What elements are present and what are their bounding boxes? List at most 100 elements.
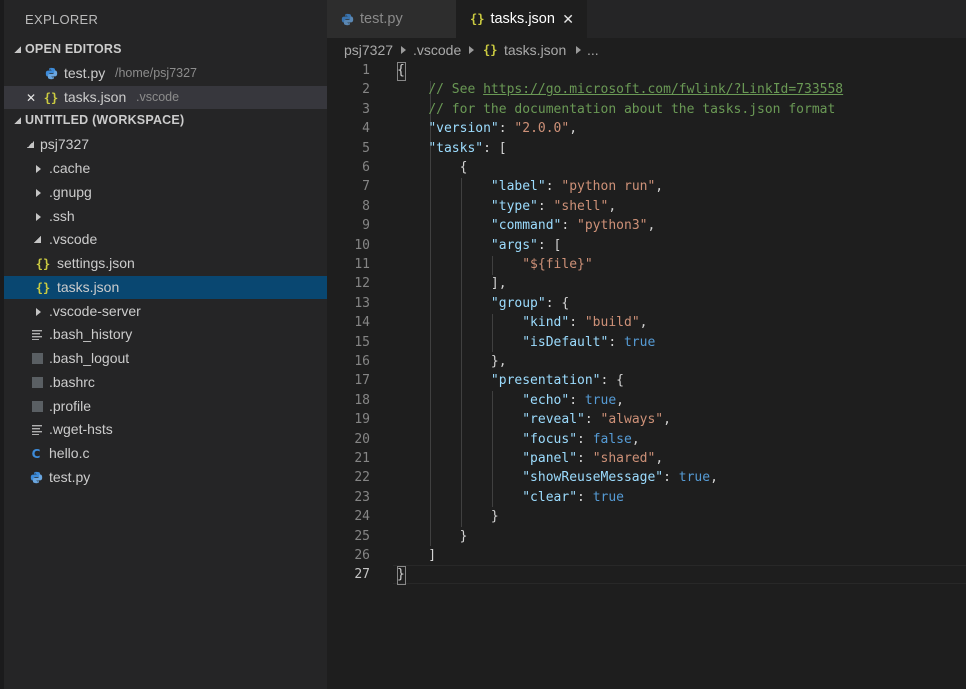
open-editor-name: tasks.json (64, 89, 127, 105)
code-line: } (397, 528, 468, 544)
line-number: 20 (354, 431, 370, 447)
tree-item-ssh[interactable]: .ssh (4, 205, 327, 228)
tree-item-label: tasks.json (57, 279, 120, 295)
line-number: 6 (362, 160, 370, 175)
code-line: // See https://go.microsoft.com/fwlink/?… (428, 82, 844, 98)
line-number: 4 (362, 121, 370, 137)
tree-item-label: .vscode-server (49, 303, 141, 319)
line-number: 10 (354, 237, 370, 253)
open-editor-path: .vscode (136, 90, 180, 104)
line-number: 9 (362, 218, 370, 234)
code-line: "command": "python3", (490, 218, 656, 234)
code-line: "group": { (490, 295, 570, 311)
tab-label: tasks.json (490, 11, 555, 27)
file-icon (31, 395, 43, 418)
chevron-right-icon (32, 300, 44, 323)
open-editors-header[interactable]: OPEN EDITORS (4, 38, 327, 61)
breadcrumb-item-root[interactable]: psj7327 (344, 42, 393, 58)
json-icon: {} (483, 43, 498, 57)
breadcrumb: psj7327 .vscode {} tasks.json ... (327, 38, 966, 62)
line-number: 1 (362, 63, 370, 78)
line-number: 2 (362, 82, 370, 98)
open-editor-name: test.py (64, 65, 106, 81)
line-number: 7 (362, 179, 370, 195)
python-icon (29, 466, 43, 489)
code-line: "presentation": { (490, 373, 624, 389)
c-language-icon: C (31, 446, 41, 461)
tree-item-label: .wget-hsts (49, 421, 113, 437)
folder-root[interactable]: psj7327 (4, 133, 327, 156)
code-line: "panel": "shared", (522, 451, 664, 466)
breadcrumb-item-symbols[interactable]: ... (587, 42, 599, 58)
folder-label: psj7327 (40, 136, 90, 152)
tree-item-test-py[interactable]: test.py (4, 466, 327, 489)
code-line: "focus": false, (522, 431, 640, 447)
tree-item-label: hello.c (49, 445, 90, 461)
tree-item-profile[interactable]: .profile (4, 395, 327, 418)
tree-item-bashrc[interactable]: .bashrc (4, 371, 327, 394)
tree-item-label: .bashrc (49, 374, 95, 390)
code-line: // for the documentation about the tasks… (428, 101, 836, 117)
line-number: 19 (354, 412, 370, 428)
line-number: 27 (354, 567, 370, 583)
explorer-sidebar: EXPLORER OPEN EDITORS test.py /home/psj7… (0, 0, 327, 689)
open-editor-tasks-json[interactable]: ✕ {} tasks.json .vscode (4, 86, 327, 109)
tree-item-bash-logout[interactable]: .bash_logout (4, 347, 327, 370)
tree-item-label: .ssh (49, 208, 75, 224)
line-number: 12 (354, 276, 370, 292)
tree-item-settings-json[interactable]: {} settings.json (4, 252, 327, 275)
chevron-down-icon (11, 38, 23, 61)
chevron-right-icon (469, 46, 474, 54)
code-line: { (397, 63, 405, 78)
close-icon[interactable]: ✕ (562, 11, 574, 28)
chevron-right-icon (401, 46, 406, 54)
line-number: 17 (354, 373, 370, 389)
tree-item-vscode-server[interactable]: .vscode-server (4, 300, 327, 323)
line-number: 22 (354, 470, 370, 486)
tree-item-cache[interactable]: .cache (4, 157, 327, 180)
file-icon (31, 347, 43, 370)
line-number: 24 (354, 509, 370, 525)
code-line: ], (397, 276, 507, 292)
chevron-right-icon (32, 181, 44, 204)
code-line: { (397, 160, 468, 175)
line-number: 3 (362, 101, 370, 117)
breadcrumb-item-folder[interactable]: .vscode (413, 42, 461, 58)
breadcrumb-item-file[interactable]: tasks.json (504, 42, 566, 58)
tree-item-wget-hsts[interactable]: .wget-hsts (4, 418, 327, 441)
line-number: 16 (354, 354, 370, 369)
tab-label: test.py (360, 11, 403, 27)
line-number: 23 (354, 489, 370, 505)
code-line: "clear": true (522, 489, 624, 505)
code-line: } (397, 567, 405, 583)
code-line: "kind": "build", (522, 315, 648, 331)
line-number: 15 (354, 334, 370, 350)
text-file-icon (31, 323, 43, 346)
code-line: "showReuseMessage": true, (522, 470, 718, 486)
json-icon: {} (470, 12, 485, 26)
tree-item-vscode[interactable]: .vscode (4, 228, 327, 251)
tree-item-bash-history[interactable]: .bash_history (4, 323, 327, 346)
line-number: 25 (354, 528, 370, 544)
workspace-header[interactable]: UNTITLED (WORKSPACE) (4, 109, 327, 132)
close-icon[interactable]: ✕ (25, 86, 37, 109)
tree-item-gnupg[interactable]: .gnupg (4, 181, 327, 204)
code-line: "isDefault": true (522, 334, 656, 350)
open-editor-test-py[interactable]: test.py /home/psj7327 (4, 62, 327, 85)
chevron-down-icon (31, 228, 43, 251)
code-line: } (397, 509, 499, 525)
json-icon: {} (43, 90, 59, 105)
code-line: }, (397, 354, 507, 369)
code-editor[interactable]: 1 2 3 4 5 6 7 8 9 10 11 12 13 14 15 16 17 18 19 20 21 22 23 24 2… (327, 62, 966, 689)
tree-item-hello-c[interactable]: C hello.c (4, 442, 327, 465)
tree-item-label: settings.json (57, 255, 135, 271)
tab-tasks-json[interactable]: {} tasks.json ✕ (456, 0, 587, 38)
python-icon (341, 13, 354, 26)
file-icon (31, 371, 43, 394)
tree-item-tasks-json[interactable]: {} tasks.json (4, 276, 327, 299)
workspace-label: UNTITLED (WORKSPACE) (25, 113, 185, 127)
tab-test-py[interactable]: test.py (327, 0, 456, 38)
code-line: "version": "2.0.0", (428, 121, 578, 137)
code-line: "tasks": [ (428, 140, 507, 156)
open-editor-path: /home/psj7327 (115, 66, 198, 80)
